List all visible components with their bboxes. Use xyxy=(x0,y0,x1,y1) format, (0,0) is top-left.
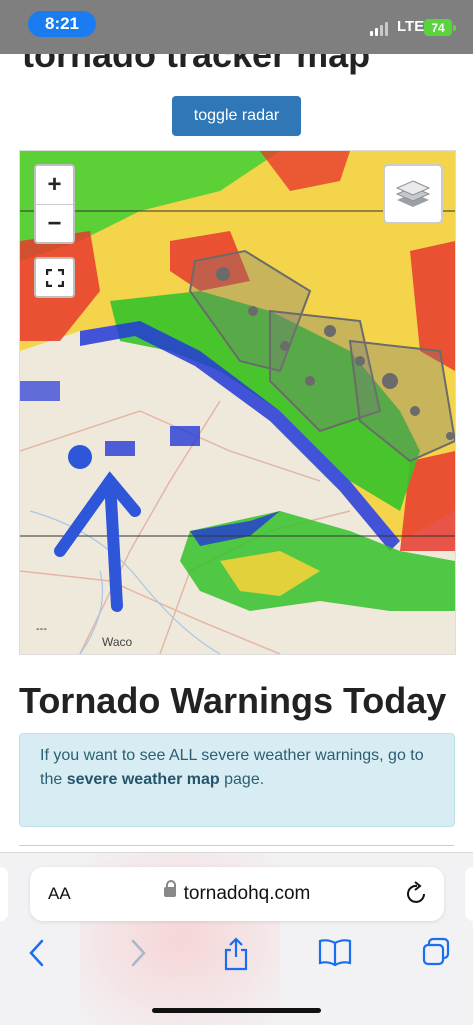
url-field[interactable]: tornadohq.com xyxy=(30,879,444,905)
url-text: tornadohq.com xyxy=(183,883,311,904)
network-type: LTE xyxy=(397,18,425,35)
toggle-radar-button[interactable]: toggle radar xyxy=(172,96,301,136)
browser-toolbar: AA tornadohq.com xyxy=(0,852,473,1025)
forward-icon[interactable] xyxy=(128,937,148,969)
layers-button[interactable] xyxy=(383,164,443,224)
zoom-out-button[interactable]: − xyxy=(36,205,73,242)
layers-icon xyxy=(396,180,430,207)
fullscreen-button[interactable] xyxy=(34,257,75,298)
nav-toolbar xyxy=(0,937,473,977)
map-scale: --- xyxy=(36,623,47,635)
content-divider xyxy=(19,845,454,846)
info-text-end: page. xyxy=(219,771,265,788)
fullscreen-icon xyxy=(45,268,64,287)
bookmarks-icon[interactable] xyxy=(318,937,352,967)
zoom-control: + − xyxy=(34,164,75,244)
signal-icon xyxy=(370,22,388,36)
warnings-heading: Tornado Warnings Today xyxy=(19,680,447,721)
lock-icon xyxy=(163,879,176,897)
previous-tab-card[interactable] xyxy=(0,867,8,921)
info-alert: If you want to see ALL severe weather wa… xyxy=(19,733,455,827)
battery-level: 74 xyxy=(431,20,445,35)
next-tab-card[interactable] xyxy=(465,867,473,921)
share-icon[interactable] xyxy=(222,937,250,971)
reload-icon[interactable] xyxy=(406,881,428,905)
home-indicator[interactable] xyxy=(152,1008,321,1013)
back-icon[interactable] xyxy=(27,937,47,969)
status-bar: 8:21 LTE 74 xyxy=(0,0,473,54)
map-canvas xyxy=(20,151,455,654)
tabs-icon[interactable] xyxy=(421,937,451,967)
zoom-in-button[interactable]: + xyxy=(36,166,73,205)
severe-weather-map-link[interactable]: severe weather map xyxy=(67,771,220,788)
map-city-label: Waco xyxy=(102,635,133,649)
clock: 8:21 xyxy=(28,11,96,37)
battery-icon: 74 xyxy=(424,19,456,36)
address-bar[interactable]: AA tornadohq.com xyxy=(30,867,444,921)
radar-map[interactable]: + − Waco --- xyxy=(19,150,456,655)
